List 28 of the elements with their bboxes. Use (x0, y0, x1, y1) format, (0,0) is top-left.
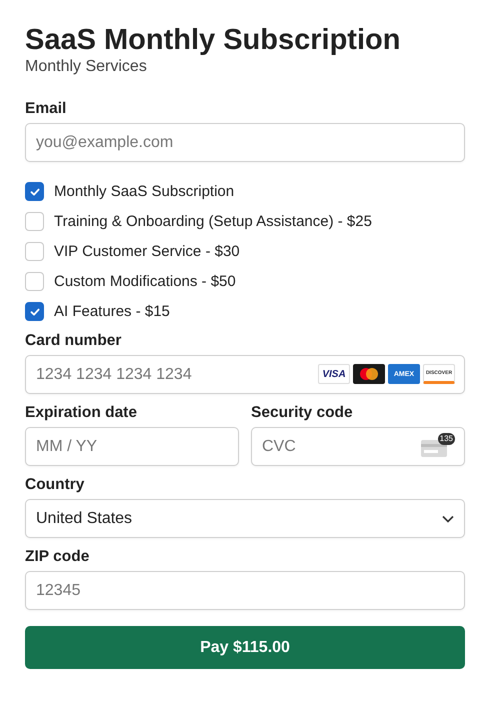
option-label: AI Features - $15 (54, 303, 170, 320)
checkbox[interactable] (25, 272, 44, 291)
chevron-down-icon (442, 514, 454, 522)
option-label: Custom Modifications - $50 (54, 273, 236, 290)
option-label: Training & Onboarding (Setup Assistance) - $25 (54, 213, 372, 230)
page-subtitle: Monthly Services (25, 58, 148, 76)
checkbox[interactable] (25, 182, 44, 201)
field-label: ZIP code (25, 548, 90, 566)
field-label: Security code (251, 404, 354, 422)
country-select[interactable]: United States (25, 499, 465, 538)
checkmark-icon (28, 186, 40, 198)
expiration-field[interactable]: MM / YY (25, 427, 239, 466)
field-label: Country (25, 476, 86, 494)
visa-card-icon: VISA (318, 364, 350, 384)
email-field[interactable]: you@example.com (25, 123, 465, 162)
checkbox[interactable] (25, 302, 44, 321)
checkbox[interactable] (25, 242, 44, 261)
checkmark-icon (28, 306, 40, 318)
option-label: Monthly SaaS Subscription (54, 183, 234, 200)
field-label: Expiration date (25, 404, 138, 422)
field-label: Card number (25, 332, 122, 350)
option-label: VIP Customer Service - $30 (54, 243, 240, 260)
checkbox[interactable] (25, 212, 44, 231)
pay-button[interactable]: Pay $115.00 (25, 626, 465, 669)
zip-code-field[interactable]: 12345 (25, 571, 465, 610)
mastercard-icon (353, 364, 385, 384)
page-title: SaaS Monthly Subscription (25, 23, 402, 58)
field-label: Email (25, 100, 68, 118)
